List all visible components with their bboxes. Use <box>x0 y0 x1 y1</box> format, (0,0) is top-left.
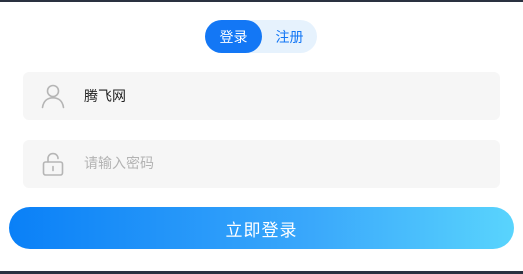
user-icon <box>41 84 65 109</box>
password-input[interactable] <box>84 140 484 188</box>
lock-icon <box>42 152 64 176</box>
login-button[interactable]: 立即登录 <box>9 207 514 249</box>
login-page: 登录 注册 立即登录 <box>0 0 523 274</box>
top-border <box>0 0 523 2</box>
username-field[interactable] <box>23 72 500 120</box>
auth-tabs: 登录 注册 <box>205 20 317 53</box>
tab-register[interactable]: 注册 <box>262 20 317 53</box>
password-field[interactable] <box>23 140 500 188</box>
tab-login[interactable]: 登录 <box>205 20 262 53</box>
username-input[interactable] <box>84 72 484 120</box>
